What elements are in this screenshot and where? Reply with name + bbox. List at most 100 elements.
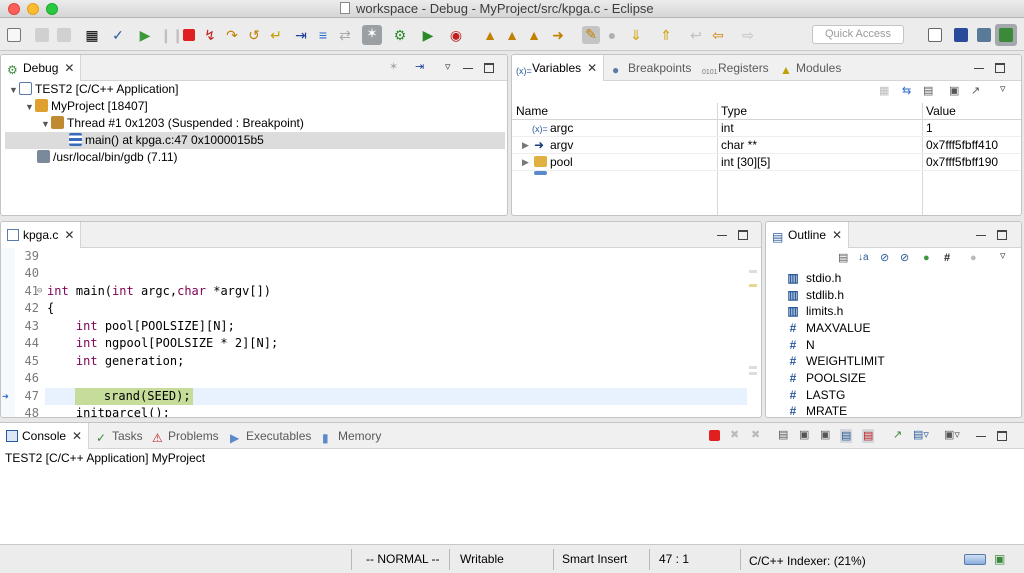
search-tool-icon[interactable]: ➜ (550, 27, 566, 43)
expand-arrow-icon[interactable]: ▼ (25, 99, 35, 116)
expand-arrow-icon[interactable]: ▶ (522, 137, 529, 154)
instruction-stepping-icon[interactable]: ⇥ (293, 27, 309, 43)
show-on-output-icon[interactable]: ▤ (840, 429, 853, 443)
code-area[interactable]: 39 40 41 ⊖ int main(int argc,char *argv[])… (1, 248, 761, 417)
hide-static-icon[interactable]: ⊘ (900, 252, 909, 264)
maximize-icon[interactable] (997, 230, 1007, 240)
step-filter-icon[interactable]: ⇥ (415, 61, 424, 73)
step-over-icon[interactable]: ↺ (246, 27, 262, 43)
link-editor-icon[interactable]: ● (970, 252, 977, 264)
save-all-icon[interactable] (56, 27, 72, 43)
view-menu-icon[interactable]: ▿ (1000, 250, 1006, 262)
outline-item[interactable]: # MRATE (786, 403, 847, 417)
back-icon[interactable]: ⇦ (710, 27, 726, 43)
binary-icon[interactable]: ▦ (84, 27, 100, 43)
tree-item-stack-frame[interactable]: main() at kpga.c:47 0x1000015b5 (5, 132, 505, 149)
variable-row[interactable]: ▶ ➜ argv char ** 0x7fff5fbff410 (512, 137, 1021, 154)
expand-arrow-icon[interactable]: ▼ (9, 82, 19, 99)
remove-all-icon[interactable]: ✖ (751, 429, 760, 441)
disconnect-icon[interactable]: ↯ (202, 27, 218, 43)
remove-launch-icon[interactable]: ✖ (730, 429, 739, 441)
close-icon[interactable]: ✕ (832, 222, 842, 248)
minimize-icon[interactable] (976, 427, 986, 437)
variable-row[interactable]: (x)= argc int 1 (512, 120, 1021, 137)
expand-arrow-icon[interactable]: ▼ (41, 116, 51, 133)
open-perspective-icon[interactable] (924, 24, 946, 46)
variable-row[interactable]: ▶ pool int [30][5] 0x7fff5fbff190 (512, 154, 1021, 171)
column-value[interactable]: Value (922, 103, 956, 120)
step-into-icon[interactable]: ↷ (224, 27, 240, 43)
outline-item[interactable]: # N (786, 337, 815, 354)
minimize-icon[interactable] (717, 226, 727, 236)
hide-non-public-icon[interactable]: ● (923, 252, 930, 264)
view-menu-icon[interactable]: ▿ (1000, 83, 1006, 95)
show-on-error-icon[interactable]: ▤ (862, 429, 875, 443)
maximize-icon[interactable] (484, 63, 494, 73)
pen-icon[interactable]: ✎ (582, 26, 600, 44)
outline-item[interactable]: # LASTG (786, 387, 846, 404)
hide-macros-icon[interactable]: # (944, 252, 950, 264)
close-icon[interactable]: ✕ (587, 55, 597, 81)
tree-item-process[interactable]: ▼ MyProject [18407] (25, 98, 148, 115)
column-type[interactable]: Type (717, 103, 747, 120)
last-edit-icon[interactable]: ↩ (688, 27, 704, 43)
filter-icon[interactable]: ≡ (315, 27, 331, 43)
tab-breakpoints[interactable]: ● Breakpoints (612, 55, 691, 81)
quick-access-input[interactable]: Quick Access (812, 25, 904, 44)
open-console-icon[interactable]: ▣▿ (944, 429, 960, 441)
status-indexer[interactable]: C/C++ Indexer: (21%) (741, 547, 866, 573)
progress-view-icon[interactable]: ▣ (994, 553, 1008, 566)
fold-icon[interactable]: ⊖ (37, 283, 42, 300)
column-name[interactable]: Name (512, 103, 548, 120)
debug-mode-icon[interactable]: ✶ (362, 25, 382, 45)
progress-icon[interactable] (964, 554, 986, 565)
overview-mark[interactable] (749, 372, 757, 375)
overview-mark[interactable] (749, 270, 757, 273)
sort-icon[interactable]: ↓a (858, 252, 869, 264)
refresh-icon[interactable]: ⇄ (337, 27, 353, 43)
open-project-icon[interactable]: ▲ (504, 27, 520, 43)
tab-problems[interactable]: ⚠ Problems (152, 423, 219, 449)
close-window-button[interactable] (8, 3, 20, 15)
tab-executables[interactable]: ▶ Executables (230, 423, 311, 449)
tab-modules[interactable]: ▲ Modules (780, 55, 841, 81)
show-type-icon[interactable]: ⇆ (902, 85, 911, 97)
outline-item[interactable]: # WEIGHTLIMIT (786, 353, 885, 370)
tab-registers[interactable]: 0101Registers (702, 55, 769, 81)
collapse-all-icon[interactable]: ▤ (838, 252, 848, 264)
skip-breakpoints-icon[interactable]: ✓ (110, 27, 126, 43)
tab-outline[interactable]: ▤ Outline ✕ (766, 222, 850, 248)
git-perspective-icon[interactable] (973, 24, 995, 46)
tab-variables[interactable]: (x)=Variables ✕ (512, 55, 605, 81)
collapse-icon[interactable]: ▤ (923, 85, 933, 97)
previous-annotation-icon[interactable]: ⇑ (658, 27, 674, 43)
tab-kpga-c[interactable]: kpga.c ✕ (1, 222, 82, 248)
close-icon[interactable]: ✕ (64, 55, 74, 81)
maximize-icon[interactable] (997, 431, 1007, 441)
forward-icon[interactable]: ⇨ (740, 27, 756, 43)
tree-item-launch[interactable]: ▼ TEST2 [C/C++ Application] (9, 81, 178, 98)
new-icon[interactable] (6, 27, 22, 43)
zoom-window-button[interactable] (46, 3, 58, 15)
resume-icon[interactable]: ▶ (137, 27, 153, 43)
collapse-all-icon[interactable]: ▦ (879, 85, 889, 97)
outline-item[interactable]: ▥ stdlib.h (786, 287, 844, 304)
scroll-lock-icon[interactable]: ▣ (799, 429, 809, 441)
overview-mark[interactable] (749, 366, 757, 369)
annotation-icon[interactable]: ● (604, 27, 620, 43)
external-tools-icon[interactable]: ◉ (448, 27, 464, 43)
close-icon[interactable]: ✕ (72, 423, 82, 449)
minimize-window-button[interactable] (27, 3, 39, 15)
tree-item-thread[interactable]: ▼ Thread #1 0x1203 (Suspended : Breakpoin… (41, 115, 304, 132)
tab-console[interactable]: Console ✕ (0, 423, 90, 449)
terminate-console-icon[interactable] (709, 430, 720, 441)
clear-console-icon[interactable]: ▤ (778, 429, 788, 441)
pin-icon[interactable]: ↗ (971, 85, 980, 97)
tab-memory[interactable]: ▮ Memory (322, 423, 381, 449)
hide-fields-icon[interactable]: ⊘ (880, 252, 889, 264)
open-folder-icon[interactable]: ▲ (482, 27, 498, 43)
overview-mark[interactable] (749, 284, 757, 287)
outline-item[interactable]: # POOLSIZE (786, 370, 866, 387)
run-icon[interactable]: ▶ (420, 27, 436, 43)
step-return-icon[interactable]: ↵ (268, 27, 284, 43)
